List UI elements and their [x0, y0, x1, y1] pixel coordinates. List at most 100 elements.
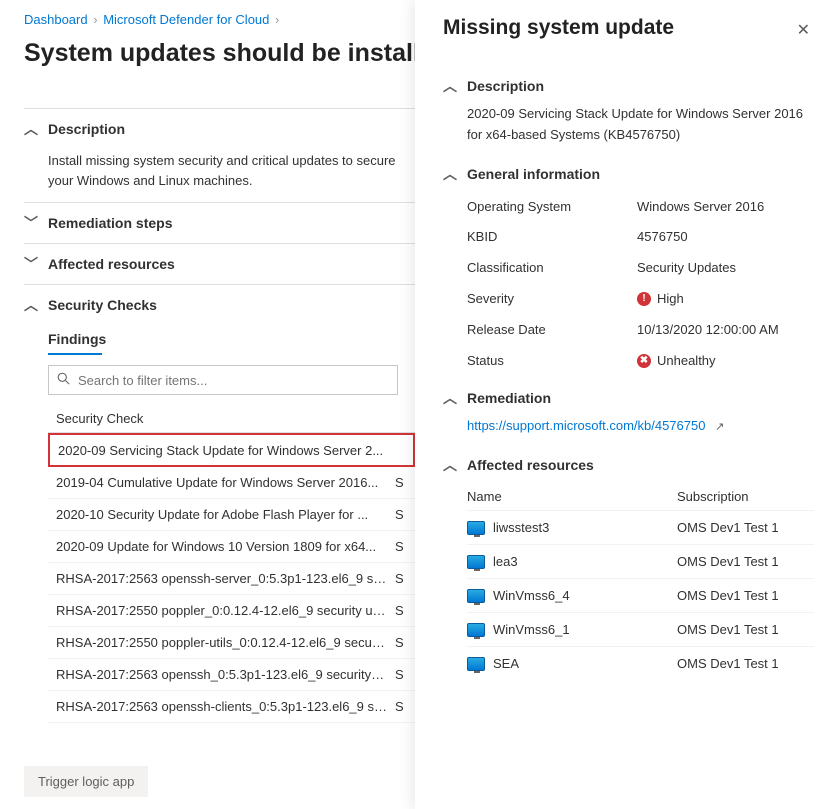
chevron-up-icon: ︿ [443, 164, 457, 184]
chevron-right-icon: › [91, 12, 99, 27]
vm-icon [467, 657, 485, 671]
row-name: 2020-09 Servicing Stack Update for Windo… [58, 443, 393, 458]
row-name: 2020-10 Security Update for Adobe Flash … [56, 507, 395, 522]
panel-general-info-header[interactable]: ︿ General information [443, 164, 814, 184]
row-name: RHSA-2017:2550 poppler-utils_0:0.12.4-12… [56, 635, 395, 650]
gi-os-value: Windows Server 2016 [637, 197, 814, 218]
chevron-right-icon: › [273, 12, 281, 27]
ar-sub: OMS Dev1 Test 1 [677, 554, 814, 569]
table-row[interactable]: RHSA-2017:2563 openssh_0:5.3p1-123.el6_9… [48, 659, 415, 691]
section-label: Remediation steps [48, 215, 172, 231]
row-sev: S [395, 699, 407, 714]
ar-sub: OMS Dev1 Test 1 [677, 588, 814, 603]
section-security-header[interactable]: ︿ Security Checks [24, 285, 415, 325]
section-remediation-header[interactable]: ﹀ Remediation steps [24, 203, 415, 243]
description-body: Install missing system security and crit… [48, 151, 415, 190]
ar-name: liwsstest3 [493, 520, 549, 535]
page-title: System updates should be installed on yo… [24, 39, 415, 68]
table-row[interactable]: RHSA-2017:2550 poppler_0:0.12.4-12.el6_9… [48, 595, 415, 627]
ar-sub: OMS Dev1 Test 1 [677, 622, 814, 637]
row-name: 2020-09 Update for Windows 10 Version 18… [56, 539, 395, 554]
table-row[interactable]: 2019-04 Cumulative Update for Windows Se… [48, 467, 415, 499]
panel-title: Missing system update [443, 16, 674, 40]
search-input-wrapper[interactable] [48, 365, 398, 395]
search-input[interactable] [76, 372, 389, 389]
ar-sub: OMS Dev1 Test 1 [677, 656, 814, 671]
chevron-up-icon: ︿ [24, 119, 38, 139]
chevron-up-icon: ︿ [24, 295, 38, 315]
gi-class-key: Classification [467, 258, 637, 279]
section-affected-header[interactable]: ﹀ Affected resources [24, 244, 415, 284]
search-icon [57, 372, 70, 388]
gi-sev-key: Severity [467, 289, 637, 310]
gi-stat-value: Unhealthy [657, 351, 716, 372]
section-label: Security Checks [48, 297, 157, 313]
gi-os-key: Operating System [467, 197, 637, 218]
table-row[interactable]: RHSA-2017:2550 poppler-utils_0:0.12.4-12… [48, 627, 415, 659]
section-label: General information [467, 166, 600, 182]
panel-description-body: 2020-09 Servicing Stack Update for Windo… [467, 104, 814, 146]
row-sev: S [395, 539, 407, 554]
chevron-down-icon: ﹀ [24, 213, 38, 233]
section-description-header[interactable]: ︿ Description [24, 109, 415, 149]
table-row[interactable]: 2020-10 Security Update for Adobe Flash … [48, 499, 415, 531]
gi-kbid-key: KBID [467, 227, 637, 248]
chevron-up-icon: ︿ [443, 388, 457, 408]
ar-row[interactable]: SEA OMS Dev1 Test 1 [467, 646, 814, 680]
table-row[interactable]: RHSA-2017:2563 openssh-clients_0:5.3p1-1… [48, 691, 415, 723]
chevron-up-icon: ︿ [443, 455, 457, 475]
row-sev: S [395, 507, 407, 522]
ar-col-name: Name [467, 489, 677, 504]
section-label: Description [467, 78, 544, 94]
panel-remediation-header[interactable]: ︿ Remediation [443, 388, 814, 408]
section-label: Remediation [467, 390, 551, 406]
section-label: Affected resources [48, 256, 175, 272]
gi-stat-key: Status [467, 351, 637, 372]
table-header: Security Check [48, 405, 415, 433]
details-panel: Missing system update ✕ ︿ Description 20… [415, 0, 832, 809]
ar-name: SEA [493, 656, 519, 671]
breadcrumb: Dashboard › Microsoft Defender for Cloud… [24, 12, 415, 27]
section-label: Affected resources [467, 457, 594, 473]
remediation-link[interactable]: https://support.microsoft.com/kb/4576750 [467, 418, 705, 433]
panel-description-header[interactable]: ︿ Description [443, 76, 814, 96]
status-unhealthy-icon: ✖ [637, 354, 651, 368]
ar-name: lea3 [493, 554, 518, 569]
ar-row[interactable]: WinVmss6_4 OMS Dev1 Test 1 [467, 578, 814, 612]
external-link-icon: ↗ [715, 421, 724, 433]
tab-findings[interactable]: Findings [48, 331, 106, 353]
row-name: RHSA-2017:2550 poppler_0:0.12.4-12.el6_9… [56, 603, 395, 618]
breadcrumb-dashboard[interactable]: Dashboard [24, 12, 88, 27]
chevron-up-icon: ︿ [443, 76, 457, 96]
row-sev: S [395, 635, 407, 650]
row-sev: S [395, 571, 407, 586]
gi-sev-value: High [657, 289, 684, 310]
ar-sub: OMS Dev1 Test 1 [677, 520, 814, 535]
ar-name: WinVmss6_1 [493, 622, 570, 637]
row-name: RHSA-2017:2563 openssh-server_0:5.3p1-12… [56, 571, 395, 586]
row-name: RHSA-2017:2563 openssh_0:5.3p1-123.el6_9… [56, 667, 395, 682]
gi-rel-value: 10/13/2020 12:00:00 AM [637, 320, 814, 341]
panel-affected-resources-header[interactable]: ︿ Affected resources [443, 455, 814, 475]
ar-col-sub: Subscription [677, 489, 814, 504]
ar-row[interactable]: WinVmss6_1 OMS Dev1 Test 1 [467, 612, 814, 646]
close-icon[interactable]: ✕ [793, 16, 814, 44]
ar-row[interactable]: liwsstest3 OMS Dev1 Test 1 [467, 510, 814, 544]
breadcrumb-defender[interactable]: Microsoft Defender for Cloud [103, 12, 269, 27]
row-name: RHSA-2017:2563 openssh-clients_0:5.3p1-1… [56, 699, 395, 714]
gi-kbid-value: 4576750 [637, 227, 814, 248]
table-row[interactable]: RHSA-2017:2563 openssh-server_0:5.3p1-12… [48, 563, 415, 595]
ar-row[interactable]: lea3 OMS Dev1 Test 1 [467, 544, 814, 578]
vm-icon [467, 555, 485, 569]
ar-name: WinVmss6_4 [493, 588, 570, 603]
vm-icon [467, 589, 485, 603]
table-row[interactable]: 2020-09 Servicing Stack Update for Windo… [48, 433, 415, 467]
table-row[interactable]: 2020-09 Update for Windows 10 Version 18… [48, 531, 415, 563]
section-label: Description [48, 121, 125, 137]
trigger-logic-app-button[interactable]: Trigger logic app [24, 766, 148, 797]
gi-rel-key: Release Date [467, 320, 637, 341]
row-sev: S [395, 475, 407, 490]
tab-underline [48, 353, 102, 355]
chevron-down-icon: ﹀ [24, 254, 38, 274]
row-sev: S [395, 667, 407, 682]
